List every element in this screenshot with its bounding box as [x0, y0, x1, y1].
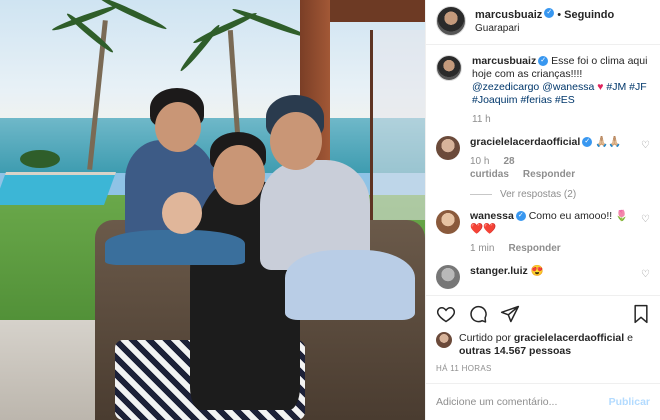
- liker-avatar: [436, 332, 452, 348]
- replies-line: [470, 193, 492, 195]
- liker-username[interactable]: gracielelacerdaofficial: [514, 332, 624, 344]
- separator-dot: •: [557, 8, 562, 21]
- commenter-avatar[interactable]: [436, 265, 460, 289]
- likes-connector: e: [627, 332, 633, 344]
- comment-body: gracielelacerdaofficial ✓ 🙏🏼🙏🏼 10 h 28 cur…: [470, 136, 635, 181]
- author-avatar[interactable]: [436, 6, 466, 36]
- hashtag-link[interactable]: #JM: [606, 81, 626, 93]
- add-comment-bar: Adicione um comentário... Publicar: [426, 383, 660, 420]
- comment-body: stanger.luiz 😍: [470, 265, 635, 289]
- following-button[interactable]: Seguindo: [564, 9, 614, 21]
- likes-prefix: Curtido por: [459, 332, 511, 344]
- share-paper-plane-icon[interactable]: [500, 304, 520, 324]
- photo-glass-door: [370, 30, 425, 220]
- comment-time: 1 min: [470, 243, 495, 254]
- photo-pool: [0, 172, 117, 205]
- location-link[interactable]: Guarapari: [475, 22, 614, 36]
- commenter-avatar[interactable]: [436, 210, 460, 234]
- view-replies-button[interactable]: Ver respostas (2): [470, 189, 650, 200]
- reply-button[interactable]: Responder: [508, 243, 560, 254]
- comment-body: wanessa ✓ Como eu amooo!! 🌷 ❤️❤️ 1 min Res…: [470, 210, 635, 255]
- reply-button[interactable]: Responder: [523, 169, 575, 180]
- comment-like-heart-icon[interactable]: ♡: [641, 269, 650, 289]
- verified-badge-icon: ✓: [538, 56, 549, 67]
- comment-username[interactable]: gracielelacerdaofficial: [470, 136, 580, 148]
- header-text: marcusbuaiz ✓ • Seguindo Guarapari: [475, 7, 614, 36]
- view-replies-label: Ver respostas (2): [500, 189, 577, 200]
- comment-item: gracielelacerdaofficial ✓ 🙏🏼🙏🏼 10 h 28 cur…: [436, 136, 650, 181]
- commenter-avatar[interactable]: [436, 136, 460, 160]
- caption-meta: 11 h: [472, 113, 650, 126]
- child-left-head: [155, 102, 201, 152]
- caption-username[interactable]: marcusbuaiz: [472, 55, 536, 67]
- comment-input[interactable]: Adicione um comentário...: [436, 396, 609, 408]
- like-heart-icon[interactable]: [436, 304, 456, 324]
- instagram-post: marcusbuaiz ✓ • Seguindo Guarapari marcusbu…: [0, 0, 660, 420]
- verified-badge-icon: ✓: [515, 211, 526, 222]
- comment-meta: 10 h 28 curtidas Responder: [470, 155, 635, 181]
- red-heart-icon: ♥: [597, 81, 604, 93]
- bookmark-icon[interactable]: [632, 304, 650, 324]
- comment-like-heart-icon[interactable]: ♡: [641, 140, 650, 181]
- caption-avatar[interactable]: [436, 55, 462, 81]
- caption-time: 11 h: [472, 114, 491, 125]
- comments-area[interactable]: marcusbuaiz ✓ Esse foi o clima aqui hoje …: [426, 45, 660, 295]
- author-username[interactable]: marcusbuaiz: [475, 9, 542, 21]
- likes-summary: Curtido por gracielelacerdaofficial e ou…: [436, 332, 650, 358]
- comment-text: 🙏🏼🙏🏼: [595, 136, 622, 148]
- comment-username[interactable]: stanger.luiz: [470, 265, 528, 277]
- mention-link[interactable]: @zezedicargo: [472, 81, 539, 93]
- verified-badge-icon: ✓: [582, 137, 593, 148]
- verified-badge-icon: ✓: [544, 8, 555, 19]
- post-date[interactable]: HÁ 11 HORAS: [436, 364, 650, 373]
- comment-item: stanger.luiz 😍 ♡: [436, 265, 650, 289]
- comment-bubble-icon[interactable]: [468, 304, 488, 324]
- post-side-panel: marcusbuaiz ✓ • Seguindo Guarapari marcusbu…: [425, 0, 660, 420]
- caption-body: marcusbuaiz ✓ Esse foi o clima aqui hoje …: [472, 55, 650, 126]
- comment-text: 😍: [530, 265, 544, 277]
- comment-meta: 1 min Responder: [470, 242, 635, 255]
- comment-username[interactable]: wanessa: [470, 210, 514, 222]
- post-actions: Curtido por gracielelacerdaofficial e ou…: [426, 295, 660, 373]
- baby-head: [162, 192, 202, 234]
- comment-time: 10 h: [470, 156, 490, 167]
- caption: marcusbuaiz ✓ Esse foi o clima aqui hoje …: [436, 55, 650, 126]
- comment-text-line2: ❤️❤️: [470, 223, 497, 235]
- post-photo[interactable]: [0, 0, 425, 420]
- mention-link[interactable]: @wanessa: [542, 81, 594, 93]
- man-head: [213, 145, 265, 205]
- bush: [20, 150, 60, 168]
- baby-body: [105, 230, 245, 265]
- publish-button[interactable]: Publicar: [609, 396, 650, 408]
- others-likes-link[interactable]: outras 14.567 pessoas: [459, 345, 571, 357]
- post-header: marcusbuaiz ✓ • Seguindo Guarapari: [426, 0, 660, 45]
- action-icons: [436, 302, 650, 326]
- child-right-shorts: [285, 250, 415, 320]
- comment-like-heart-icon[interactable]: ♡: [641, 214, 650, 255]
- comment-item: wanessa ✓ Como eu amooo!! 🌷 ❤️❤️ 1 min Res…: [436, 210, 650, 255]
- comment-text: Como eu amooo!! 🌷: [528, 210, 629, 222]
- child-right-head: [270, 112, 322, 170]
- likes-text: Curtido por gracielelacerdaofficial e ou…: [459, 332, 650, 358]
